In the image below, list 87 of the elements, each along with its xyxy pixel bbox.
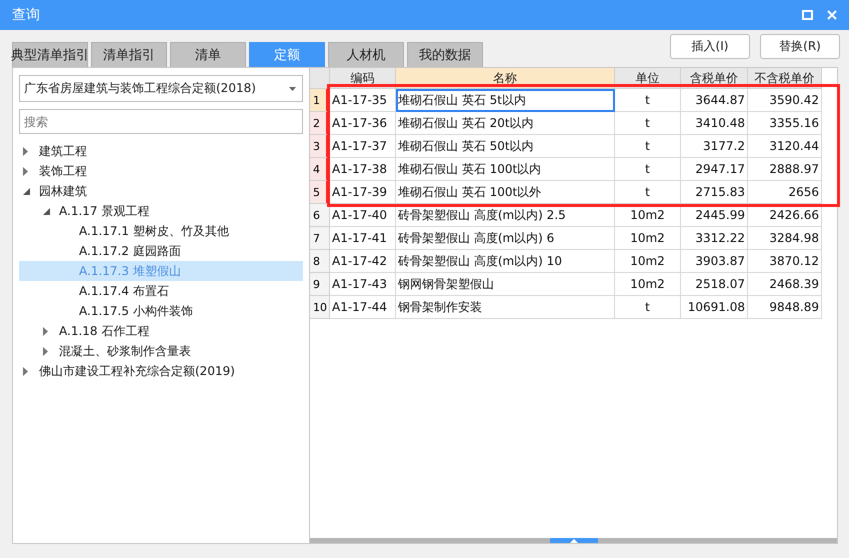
table-cell: A1-17-37: [330, 135, 396, 158]
table-cell: 3355.16: [748, 112, 822, 135]
table-cell: 砖骨架塑假山 高度(m以内) 6: [396, 227, 615, 250]
replace-button[interactable]: 替换(R): [760, 34, 840, 59]
table-cell: A1-17-43: [330, 273, 396, 296]
expand-icon[interactable]: [43, 326, 48, 336]
tree-item[interactable]: A.1.17.1 塑树皮、竹及其他: [19, 221, 303, 241]
table-cell: 2518.07: [681, 273, 748, 296]
table-cell: 3177.2: [681, 135, 748, 158]
table-cell: 2947.17: [681, 158, 748, 181]
table-cell: t: [615, 112, 681, 135]
table-cell: 堆砌石假山 英石 5t以内: [396, 89, 615, 112]
table-cell: 9848.89: [748, 296, 822, 319]
table-cell: 2888.97: [748, 158, 822, 181]
collapse-icon[interactable]: [23, 188, 30, 194]
table-cell: 钢骨架制作安装: [396, 296, 615, 319]
expand-icon[interactable]: [23, 146, 28, 156]
tree-item[interactable]: A.1.17.4 布置石: [19, 281, 303, 301]
table-cell: 堆砌石假山 英石 50t以内: [396, 135, 615, 158]
table-cell: 10m2: [615, 227, 681, 250]
tab[interactable]: 典型清单指引: [12, 42, 88, 67]
row-number: 6: [310, 204, 330, 227]
tree-item[interactable]: 佛山市建设工程补充综合定额(2019): [19, 361, 303, 381]
table-cell: 2656: [748, 181, 822, 204]
table-cell: t: [615, 296, 681, 319]
insert-button[interactable]: 插入(I): [670, 34, 750, 59]
search-field[interactable]: 搜索: [19, 109, 303, 134]
table-cell: 砖骨架塑假山 高度(m以内) 10: [396, 250, 615, 273]
row-number: 9: [310, 273, 330, 296]
expand-icon[interactable]: [43, 346, 48, 356]
table-cell: 3903.87: [681, 250, 748, 273]
table-cell: 10m2: [615, 204, 681, 227]
table-cell: 堆砌石假山 英石 100t以外: [396, 181, 615, 204]
table-cell: 堆砌石假山 英石 100t以内: [396, 158, 615, 181]
table-cell: A1-17-42: [330, 250, 396, 273]
tree-item[interactable]: A.1.17 景观工程: [19, 201, 303, 221]
table-cell: 2426.66: [748, 204, 822, 227]
tab[interactable]: 清单指引: [91, 42, 167, 67]
tree-item[interactable]: 建筑工程: [19, 141, 303, 161]
tab[interactable]: 人材机: [328, 42, 404, 67]
table-cell: 砖骨架塑假山 高度(m以内) 2.5: [396, 204, 615, 227]
expand-icon[interactable]: [23, 166, 28, 176]
table-cell: 3284.98: [748, 227, 822, 250]
table-cell: 10m2: [615, 273, 681, 296]
table-cell: 2445.99: [681, 204, 748, 227]
table-cell: 3312.22: [681, 227, 748, 250]
table-cell: t: [615, 135, 681, 158]
table-cell: 10691.08: [681, 296, 748, 319]
caret-icon: [289, 86, 296, 90]
table-cell: 3870.12: [748, 250, 822, 273]
table-cell: A1-17-44: [330, 296, 396, 319]
table-cell: 2715.83: [681, 181, 748, 204]
table-cell: A1-17-39: [330, 181, 396, 204]
table-cell: A1-17-36: [330, 112, 396, 135]
row-number: 10: [310, 296, 330, 319]
table-cell: t: [615, 158, 681, 181]
dropdown[interactable]: 广东省房屋建筑与装饰工程综合定额(2018): [19, 75, 303, 102]
table-cell: t: [615, 181, 681, 204]
table-cell: 10m2: [615, 250, 681, 273]
table-cell: 3644.87: [681, 89, 748, 112]
maximize-icon[interactable]: [802, 10, 813, 20]
close-icon[interactable]: [827, 10, 837, 20]
tree-item[interactable]: 装饰工程: [19, 161, 303, 181]
tab[interactable]: 清单: [170, 42, 246, 67]
table-cell: A1-17-41: [330, 227, 396, 250]
table-cell: A1-17-35: [330, 89, 396, 112]
table-cell: t: [615, 89, 681, 112]
up-arrow-icon[interactable]: [570, 538, 578, 542]
table-cell: 3120.44: [748, 135, 822, 158]
row-number: 7: [310, 227, 330, 250]
row-number: 8: [310, 250, 330, 273]
table-cell: 2468.39: [748, 273, 822, 296]
tree-item[interactable]: A.1.18 石作工程: [19, 321, 303, 341]
expand-icon[interactable]: [23, 366, 28, 376]
tree-item[interactable]: 混凝土、砂浆制作含量表: [19, 341, 303, 361]
table-cell: 3410.48: [681, 112, 748, 135]
table-cell: 堆砌石假山 英石 20t以内: [396, 112, 615, 135]
window-title: 查询: [12, 6, 40, 24]
tree-item[interactable]: A.1.17.2 庭园路面: [19, 241, 303, 261]
tree-item[interactable]: A.1.17.5 小构件装饰: [19, 301, 303, 321]
tree-item[interactable]: 园林建筑: [19, 181, 303, 201]
table-cell: A1-17-40: [330, 204, 396, 227]
tab[interactable]: 我的数据: [407, 42, 483, 67]
table-cell: 3590.42: [748, 89, 822, 112]
table-cell: A1-17-38: [330, 158, 396, 181]
collapse-icon[interactable]: [43, 208, 50, 214]
table-cell: 钢网钢骨架塑假山: [396, 273, 615, 296]
